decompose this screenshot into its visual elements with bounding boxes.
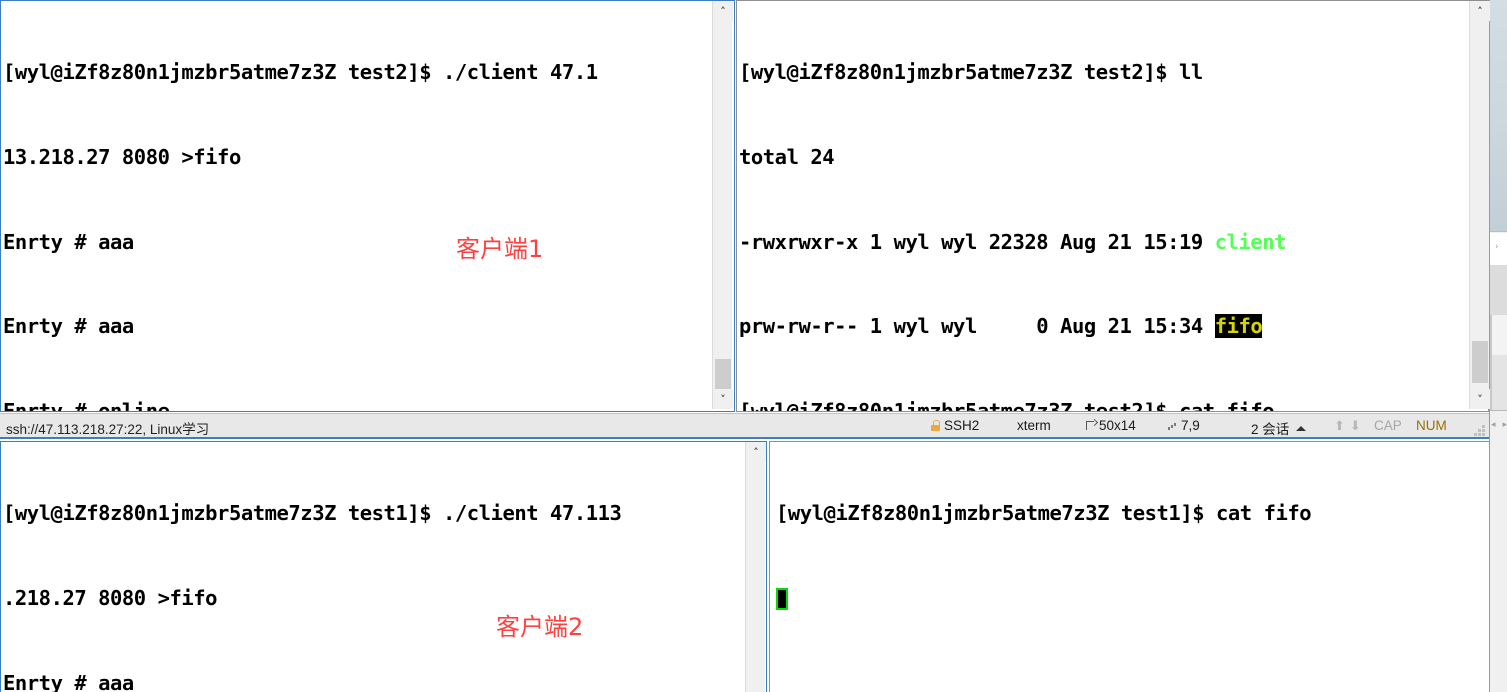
terminal-cursor <box>776 588 788 610</box>
terminal-line-with-cursor <box>776 584 1311 612</box>
scrollbar-thumb[interactable] <box>715 359 731 389</box>
ls-meta: -rwxrwxr-x 1 wyl wyl 22328 Aug 21 15:19 <box>739 229 1215 254</box>
terminal-line: Enrty # aaa <box>3 314 134 339</box>
background-window-titlebar <box>1490 0 1507 232</box>
terminal-line: total 24 <box>739 145 835 169</box>
filename-fifo: fifo <box>1214 314 1263 339</box>
resize-grip-icon[interactable] <box>1474 425 1486 437</box>
annotation-client2: 客户端2 <box>496 613 584 641</box>
scroll-left-icon[interactable]: ◂ <box>1491 420 1496 430</box>
status-terminal-type-label: xterm <box>1017 418 1051 433</box>
status-caps-lock: CAP <box>1374 418 1402 433</box>
scroll-up-arrow[interactable]: ˄ <box>713 1 733 21</box>
terminal-line: [wyl@iZf8z80n1jmzbr5atme7z3Z test2]$ cat… <box>739 398 1275 412</box>
terminal-line: [wyl@iZf8z80n1jmzbr5atme7z3Z test2]$ ll <box>739 60 1203 85</box>
status-num-lock-label: NUM <box>1416 418 1447 433</box>
cursor-position-icon <box>1168 420 1178 431</box>
status-terminal-size-label: 50x14 <box>1099 418 1136 433</box>
terminal-line: [wyl@iZf8z80n1jmzbr5atme7z3Z test1]$ cat… <box>776 501 1312 526</box>
terminal-output-bottom-left: [wyl@iZf8z80n1jmzbr5atme7z3Z test1]$ ./c… <box>1 442 622 692</box>
terminal-line: [wyl@iZf8z80n1jmzbr5atme7z3Z test2]$ ./c… <box>3 60 598 85</box>
background-window-body-row2 <box>1490 355 1507 410</box>
filename-client: client <box>1214 229 1287 254</box>
lock-icon <box>931 420 940 431</box>
scrollbar-thumb[interactable] <box>1472 341 1488 383</box>
ls-meta: prw-rw-r-- 1 wyl wyl 0 Aug 21 15:34 <box>739 314 1215 339</box>
status-sessions[interactable]: 2 会话 <box>1251 418 1307 438</box>
background-window-hscrollbar[interactable]: ◂ ▸ <box>1490 414 1507 436</box>
status-transfer-indicators: ⬆ ⬇ <box>1334 418 1363 434</box>
scrollbar-window-right[interactable]: ˄ ˅ <box>1469 1 1490 409</box>
triangle-up-icon[interactable] <box>1296 425 1307 431</box>
scroll-down-arrow[interactable]: ˅ <box>713 389 733 409</box>
background-window[interactable]: › ◂ ▸ <box>1489 0 1507 692</box>
terminal-line: Enrty # online <box>3 398 170 412</box>
status-bar: ssh://47.113.218.27:22, Linux学习 SSH2 xte… <box>0 413 1489 439</box>
terminal-line: 13.218.27 8080 >fifo <box>3 145 241 169</box>
status-terminal-size[interactable]: 50x14 <box>1086 418 1136 433</box>
scroll-up-arrow[interactable]: ˄ <box>746 442 766 462</box>
background-window-body-bottom <box>1490 410 1507 692</box>
terminal-output-top-left: [wyl@iZf8z80n1jmzbr5atme7z3Z test2]$ ./c… <box>1 1 598 412</box>
arrow-down-icon: ⬇ <box>1349 418 1363 433</box>
terminal-pane-top-right[interactable]: [wyl@iZf8z80n1jmzbr5atme7z3Z test2]$ ll … <box>736 0 1489 412</box>
status-cursor-position[interactable]: 7,9 <box>1168 418 1200 433</box>
terminal-line-ls-fifo: prw-rw-r-- 1 wyl wyl 0 Aug 21 15:34 fifo <box>739 312 1286 340</box>
scroll-down-arrow[interactable]: ˅ <box>1470 389 1490 409</box>
background-window-body-mid <box>1490 265 1507 315</box>
status-num-lock: NUM <box>1416 418 1447 433</box>
status-protocol-label: SSH2 <box>944 418 980 433</box>
terminal-line: [wyl@iZf8z80n1jmzbr5atme7z3Z test1]$ ./c… <box>3 501 622 526</box>
scrollbar-top-left[interactable]: ˄ ˅ <box>712 1 733 409</box>
status-terminal-type[interactable]: xterm <box>1017 418 1051 433</box>
status-protocol[interactable]: SSH2 <box>931 418 979 433</box>
terminal-output-bottom-right: [wyl@iZf8z80n1jmzbr5atme7z3Z test1]$ cat… <box>770 442 1312 669</box>
scroll-up-arrow[interactable]: ˄ <box>1470 1 1490 21</box>
terminal-pane-bottom-right[interactable]: [wyl@iZf8z80n1jmzbr5atme7z3Z test1]$ cat… <box>769 441 1489 692</box>
annotation-client1: 客户端1 <box>456 235 544 263</box>
scrollbar-bottom-left[interactable]: ˄ <box>745 442 766 692</box>
terminal-pane-bottom-left[interactable]: [wyl@iZf8z80n1jmzbr5atme7z3Z test1]$ ./c… <box>0 441 767 692</box>
terminal-line: Enrty # aaa <box>3 670 134 692</box>
status-cursor-position-label: 7,9 <box>1181 418 1200 433</box>
status-caps-lock-label: CAP <box>1374 418 1402 433</box>
scroll-right-icon[interactable]: ▸ <box>1502 420 1507 430</box>
terminal-output-top-right: [wyl@iZf8z80n1jmzbr5atme7z3Z test2]$ ll … <box>737 1 1286 412</box>
chevron-right-icon: › <box>1495 242 1499 252</box>
terminal-size-icon <box>1086 420 1096 431</box>
background-window-body-row1 <box>1490 315 1507 355</box>
status-sessions-label: 2 会话 <box>1251 422 1290 437</box>
terminal-pane-top-left[interactable]: [wyl@iZf8z80n1jmzbr5atme7z3Z test2]$ ./c… <box>0 0 735 412</box>
screen-root: › ◂ ▸ [wyl@iZf8z80n1jmzbr5atme7z3Z test2… <box>0 0 1507 692</box>
status-connection-info: ssh://47.113.218.27:22, Linux学习 <box>6 422 210 437</box>
terminal-line-ls-client: -rwxrwxr-x 1 wyl wyl 22328 Aug 21 15:19 … <box>739 228 1286 256</box>
arrow-up-icon: ⬆ <box>1334 418 1347 433</box>
